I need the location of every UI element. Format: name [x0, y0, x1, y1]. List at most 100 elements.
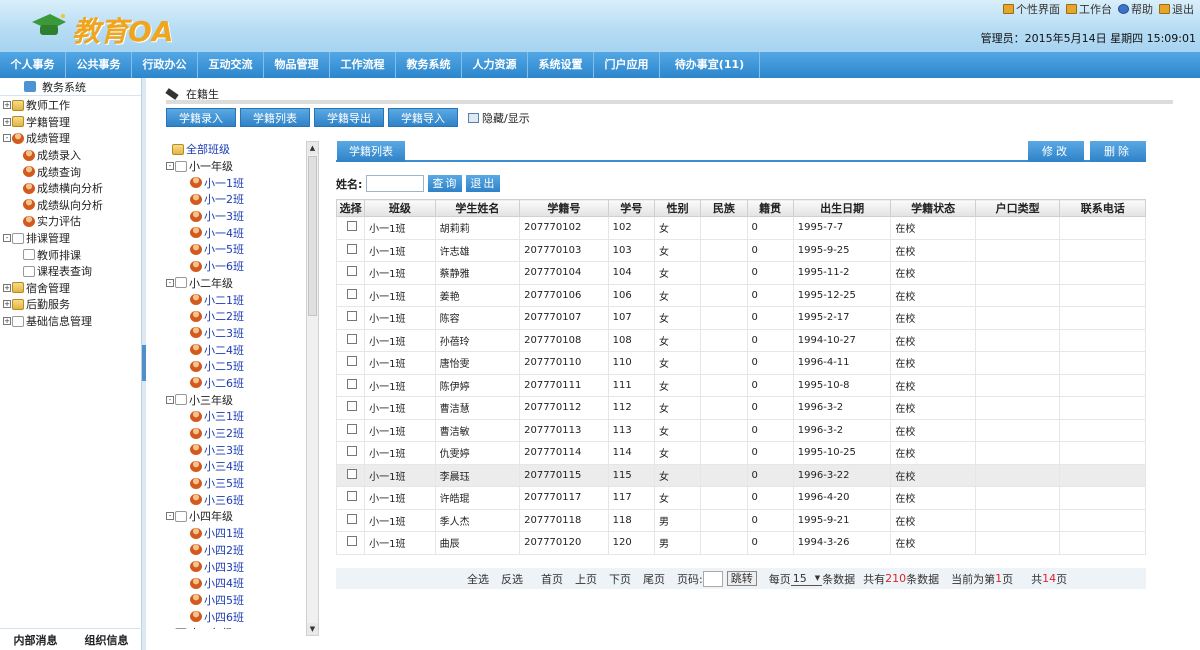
table-row[interactable]: 小一1班 李晨珏 207770115 115 女 0 1996-3-22 在校: [335, 463, 1146, 487]
collapse-icon[interactable]: -: [166, 512, 174, 521]
collapse-icon[interactable]: -: [166, 395, 174, 404]
jump-button[interactable]: 跳转: [726, 571, 757, 586]
tree-grade[interactable]: - 小四年级: [166, 508, 306, 525]
expand-icon[interactable]: +: [3, 300, 11, 309]
tree-class-item[interactable]: 小三2班: [166, 425, 306, 442]
row-checkbox[interactable]: [347, 288, 357, 299]
sidebar-item[interactable]: - 成绩管理: [3, 130, 141, 147]
collapse-icon[interactable]: -: [3, 234, 11, 243]
toggle-hide-show[interactable]: 隐藏/显示: [468, 110, 530, 126]
tree-class-item[interactable]: 小二6班: [166, 375, 306, 392]
scroll-thumb[interactable]: [308, 156, 317, 316]
sidebar-item[interactable]: + 后勤服务: [3, 296, 141, 313]
row-checkbox[interactable]: [347, 266, 357, 277]
next-page-link[interactable]: 下页: [609, 571, 631, 587]
tree-class-item[interactable]: 小一3班: [166, 208, 306, 225]
tree-class-item[interactable]: 小四1班: [166, 525, 306, 542]
table-row[interactable]: 小一1班 曹洁慧 207770112 112 女 0 1996-3-2 在校: [335, 396, 1146, 420]
delete-button[interactable]: 删除: [1090, 141, 1146, 162]
help-link[interactable]: 帮助: [1118, 1, 1153, 17]
table-row[interactable]: 小一1班 陈容 207770107 107 女 0 1995-2-17 在校: [335, 306, 1146, 330]
table-row[interactable]: 小一1班 蔡静雅 207770104 104 女 0 1995-11-2 在校: [335, 261, 1146, 285]
last-page-link[interactable]: 尾页: [643, 571, 665, 587]
prev-page-link[interactable]: 上页: [575, 571, 597, 587]
row-checkbox[interactable]: [347, 356, 357, 367]
invert-selection-link[interactable]: 反选: [501, 571, 523, 587]
tab-import[interactable]: 学籍导入: [388, 108, 458, 127]
row-checkbox[interactable]: [347, 401, 357, 412]
tab-export[interactable]: 学籍导出: [314, 108, 384, 127]
name-search-input[interactable]: [366, 175, 425, 192]
tree-class-item[interactable]: 小二4班: [166, 341, 306, 358]
table-row[interactable]: 小一1班 胡莉莉 207770102 102 女 0 1995-7-7 在校: [335, 216, 1146, 240]
table-row[interactable]: 小一1班 许皓琨 207770117 117 女 0 1996-4-20 在校: [335, 486, 1146, 510]
expand-icon[interactable]: +: [3, 283, 11, 292]
first-page-link[interactable]: 首页: [541, 571, 563, 587]
table-row[interactable]: 小一1班 姜艳 207770106 106 女 0 1995-12-25 在校: [335, 283, 1146, 307]
table-row[interactable]: 小一1班 曲辰 207770120 120 男 0 1994-3-26 在校: [335, 531, 1146, 555]
table-row[interactable]: 小一1班 孙蓓玲 207770108 108 女 0 1994-10-27 在校: [335, 328, 1146, 352]
row-checkbox[interactable]: [347, 468, 357, 479]
query-button[interactable]: 查询: [428, 175, 463, 192]
tree-class-item[interactable]: 小四5班: [166, 592, 306, 609]
page-number-input[interactable]: [702, 570, 723, 587]
sidebar-item[interactable]: + 学籍管理: [3, 114, 141, 131]
table-row[interactable]: 小一1班 曹洁敏 207770113 113 女 0 1996-3-2 在校: [335, 418, 1146, 442]
nav-interaction[interactable]: 互动交流: [198, 52, 264, 78]
sidebar-item[interactable]: 课程表查询: [3, 263, 141, 280]
tree-class-item[interactable]: 小一2班: [166, 191, 306, 208]
nav-personal[interactable]: 个人事务: [0, 52, 66, 78]
sidebar-item[interactable]: 成绩纵向分析: [3, 197, 141, 214]
row-checkbox[interactable]: [347, 378, 357, 389]
sidebar-item[interactable]: + 宿舍管理: [3, 280, 141, 297]
tree-class-item[interactable]: 小四6班: [166, 608, 306, 625]
nav-academic[interactable]: 教务系统: [396, 52, 462, 78]
nav-goods[interactable]: 物品管理: [264, 52, 330, 78]
table-row[interactable]: 小一1班 季人杰 207770118 118 男 0 1995-9-21 在校: [335, 508, 1146, 532]
tree-grade[interactable]: -小五年级: [166, 625, 306, 629]
nav-office[interactable]: 行政办公: [132, 52, 198, 78]
exit-button[interactable]: 退出: [466, 175, 501, 192]
nav-todo[interactable]: 待办事宜(11): [660, 52, 760, 78]
expand-icon[interactable]: +: [3, 117, 11, 126]
row-checkbox[interactable]: [347, 446, 357, 457]
tree-grade[interactable]: - 小三年级: [166, 391, 306, 408]
row-checkbox[interactable]: [347, 311, 357, 322]
tree-class-item[interactable]: 小三1班: [166, 408, 306, 425]
tree-class-item[interactable]: 小三6班: [166, 491, 306, 508]
sidebar-item[interactable]: - 排课管理: [3, 230, 141, 247]
row-checkbox[interactable]: [347, 423, 357, 434]
tree-class-item[interactable]: 小一6班: [166, 258, 306, 275]
nav-settings[interactable]: 系统设置: [528, 52, 594, 78]
tree-class-item[interactable]: 小一1班: [166, 174, 306, 191]
nav-public[interactable]: 公共事务: [66, 52, 132, 78]
table-row[interactable]: 小一1班 唐怡雯 207770110 110 女 0 1996-4-11 在校: [335, 351, 1146, 375]
select-all-link[interactable]: 全选: [467, 571, 489, 587]
row-checkbox[interactable]: [347, 243, 357, 254]
table-row[interactable]: 小一1班 许志雄 207770103 103 女 0 1995-9-25 在校: [335, 238, 1146, 262]
sidebar-item[interactable]: 教师排课: [3, 246, 141, 263]
sidebar-item[interactable]: + 基础信息管理: [3, 313, 141, 330]
personalize-link[interactable]: 个性界面: [1003, 1, 1060, 17]
tree-root-all[interactable]: 全部班级: [166, 141, 306, 158]
scroll-up-icon[interactable]: ▲: [307, 142, 318, 154]
row-checkbox[interactable]: [347, 333, 357, 344]
tree-grade[interactable]: - 小二年级: [166, 275, 306, 292]
tree-class-item[interactable]: 小四4班: [166, 575, 306, 592]
org-info-link[interactable]: 组织信息: [85, 632, 129, 648]
tree-class-item[interactable]: 小二3班: [166, 325, 306, 342]
table-row[interactable]: 小一1班 仇雯婷 207770114 114 女 0 1995-10-25 在校: [335, 441, 1146, 465]
tree-class-item[interactable]: 小三5班: [166, 475, 306, 492]
collapse-icon[interactable]: -: [166, 162, 174, 171]
sidebar-item[interactable]: 成绩查询: [3, 163, 141, 180]
collapse-icon[interactable]: -: [3, 134, 11, 143]
tab-list[interactable]: 学籍列表: [240, 108, 310, 127]
nav-hr[interactable]: 人力资源: [462, 52, 528, 78]
workbench-link[interactable]: 工作台: [1066, 1, 1112, 17]
row-checkbox[interactable]: [347, 513, 357, 524]
row-checkbox[interactable]: [347, 491, 357, 502]
row-checkbox[interactable]: [347, 536, 357, 547]
sidebar-item[interactable]: 实力评估: [3, 213, 141, 230]
sidebar-item[interactable]: 成绩录入: [3, 147, 141, 164]
row-checkbox[interactable]: [347, 221, 357, 232]
